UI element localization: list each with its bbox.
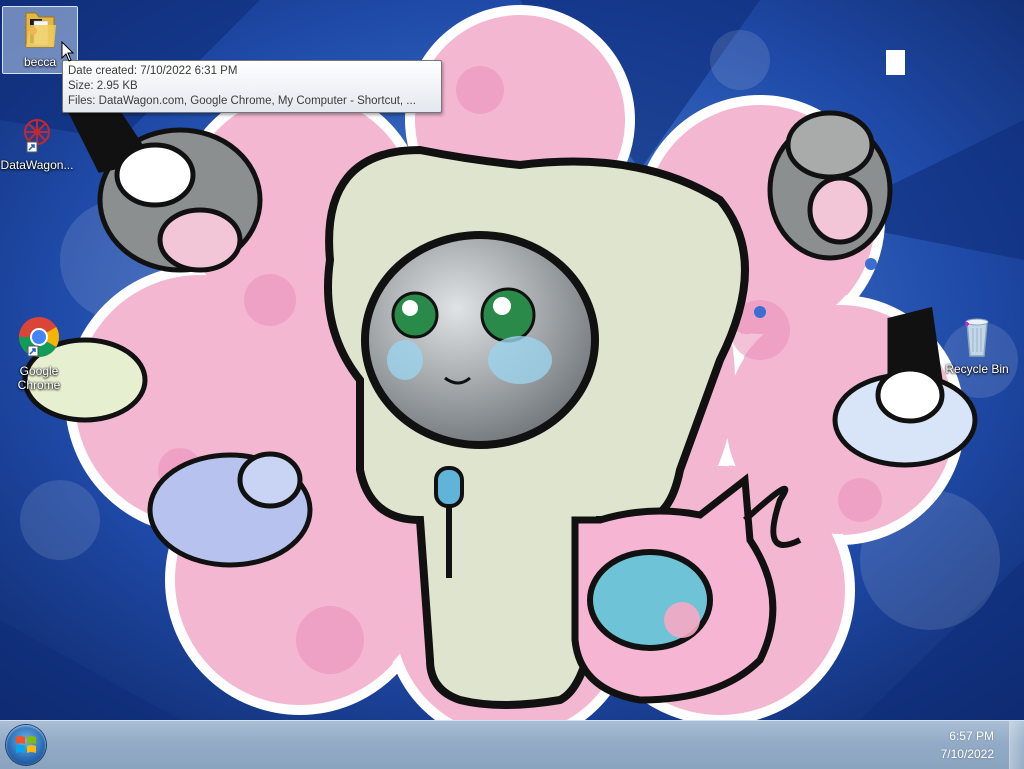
chrome-shortcut-icon: [19, 317, 59, 357]
system-clock[interactable]: 6:57 PM 7/10/2022: [914, 727, 994, 763]
folder-icon: [25, 12, 56, 48]
tooltip-files: Files: DataWagon.com, Google Chrome, My …: [68, 95, 416, 107]
desktop-icon-google-chrome[interactable]: Google Chrome: [2, 316, 76, 392]
desktop-icon-datawagon[interactable]: DataWagon...: [0, 112, 74, 172]
start-button[interactable]: [6, 725, 46, 765]
mouse-pointer-icon: [61, 41, 75, 62]
windows-logo-icon: [16, 736, 36, 753]
desktop-icon-label: Recycle Bin: [945, 362, 1009, 376]
desktop-icon-label: Google Chrome: [17, 364, 61, 392]
taskbar: 6:57 PM 7/10/2022: [0, 720, 1024, 769]
folder-info-tooltip: Date created: 7/10/2022 6:31 PM Size: 2.…: [62, 60, 442, 113]
tooltip-size: Size: 2.95 KB: [68, 80, 138, 92]
desktop-icon-recycle-bin[interactable]: Recycle Bin: [940, 314, 1014, 376]
recycle-bin-icon: [965, 318, 989, 357]
datawagon-shortcut-icon: [24, 119, 50, 153]
tooltip-date-created: Date created: 7/10/2022 6:31 PM: [68, 65, 238, 77]
desktop-icon-label: DataWagon...: [0, 158, 74, 172]
clock-time: 6:57 PM: [949, 729, 994, 743]
show-desktop-button[interactable]: [1009, 721, 1024, 769]
clock-date: 7/10/2022: [940, 747, 994, 761]
